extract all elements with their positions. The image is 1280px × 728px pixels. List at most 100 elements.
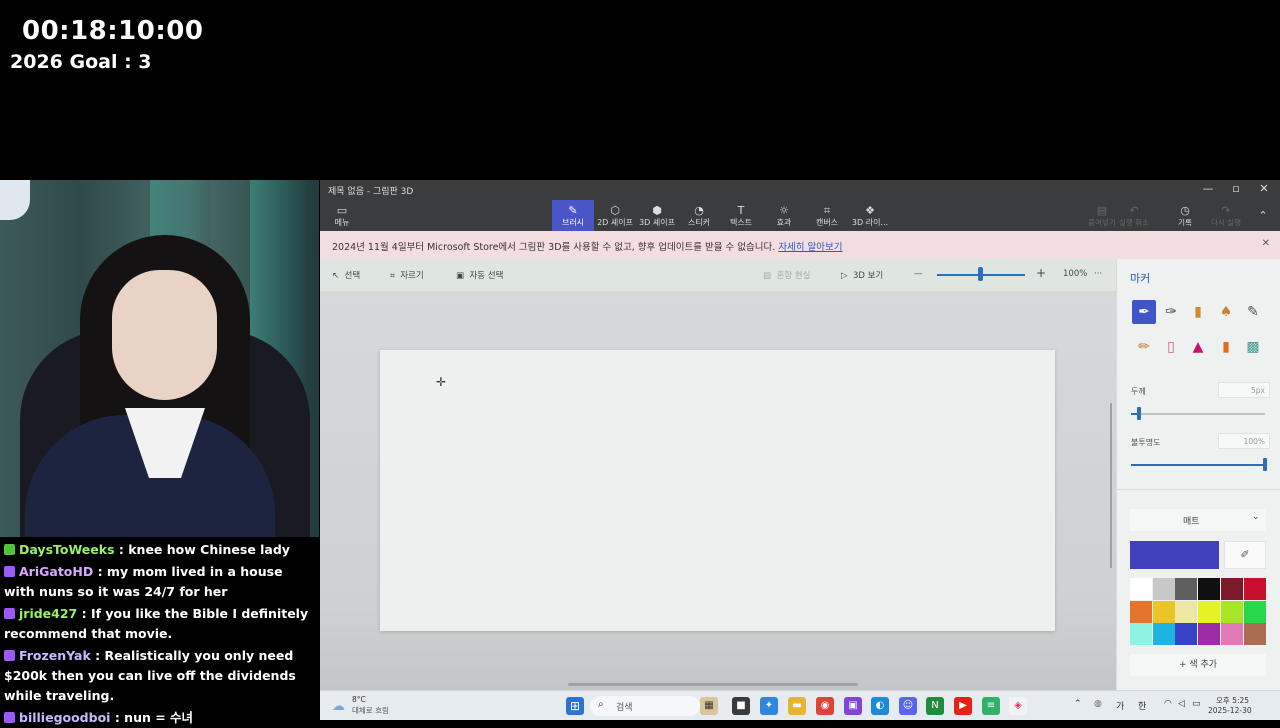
tab-text[interactable]: T 텍스트 [720, 200, 762, 231]
chevron-down-icon: ⌄ [1252, 512, 1260, 522]
palette-swatch[interactable] [1220, 578, 1243, 600]
tab-canvas[interactable]: ⌗ 캔버스 [806, 200, 848, 231]
palette-swatch[interactable] [1243, 623, 1266, 645]
redo-button[interactable]: ↷ 다시 실행 [1210, 200, 1242, 231]
chevron-up-icon[interactable]: ⌃ [1074, 699, 1082, 709]
palette-swatch[interactable] [1130, 623, 1152, 645]
canvas-toolbar: ↖ 선택 ⌗ 자르기 ▣ 자동 선택 ▧ 혼합 현실 ▷ 3D 보기 — + 1… [320, 259, 1116, 291]
select-tool[interactable]: ↖ 선택 [332, 269, 360, 281]
palette-swatch[interactable] [1130, 578, 1152, 600]
chat-message: billiegoodboi : nun = 수녀 [4, 708, 315, 728]
ime-hangul[interactable]: 한 [1138, 699, 1146, 712]
workspace[interactable]: ✛ [320, 291, 1116, 690]
history-label: 기록 [1178, 218, 1192, 227]
window-titlebar[interactable]: 제목 없음 - 그림판 3D — ▫ ✕ [320, 180, 1280, 200]
learn-more-link[interactable]: 자세히 알아보기 [778, 242, 842, 253]
tab-label: 캔버스 [815, 218, 839, 227]
add-color-button[interactable]: + 색 추가 [1130, 654, 1266, 676]
eyedropper-button[interactable]: ✐ [1224, 541, 1266, 569]
palette-swatch[interactable] [1243, 578, 1266, 600]
magic-select-tool[interactable]: ▣ 자동 선택 [456, 269, 503, 281]
selected-color-swatch[interactable] [1130, 541, 1219, 569]
maximize-button[interactable]: ▫ [1224, 182, 1248, 195]
paste-button[interactable]: ▤ 붙여넣기 [1086, 200, 1118, 231]
task-view-icon[interactable]: ■ [732, 697, 750, 715]
palette-swatch[interactable] [1175, 578, 1198, 600]
discord-icon[interactable]: ☺ [899, 697, 917, 715]
tab-stickers[interactable]: ◔ 스티커 [678, 200, 720, 231]
menu-button[interactable]: ▭ 메뉴 [322, 200, 362, 231]
2d-shapes-icon: ⬡ [610, 204, 620, 217]
undo-label: 실행 취소 [1119, 218, 1149, 227]
chat-username: billiegoodboi [19, 710, 111, 725]
drawing-canvas[interactable] [380, 350, 1055, 631]
history-button[interactable]: ◷ 기록 [1169, 200, 1201, 231]
minimize-button[interactable]: — [1196, 182, 1220, 195]
horizontal-scrollbar[interactable] [568, 683, 858, 686]
copilot-icon[interactable]: ✦ [760, 697, 778, 715]
crosshair-cursor-icon: ✛ [436, 375, 447, 389]
youtube-icon[interactable]: ▶ [954, 697, 972, 715]
volume-icon[interactable]: ◁ [1178, 699, 1185, 709]
cursor-arrow-icon: ↖ [332, 271, 340, 281]
chrome-icon[interactable]: ◉ [816, 697, 834, 715]
edge-icon[interactable]: ◐ [871, 697, 889, 715]
taskbar-search[interactable]: ⌕ 검색 [590, 696, 700, 716]
collapse-toolbar-button[interactable]: ⌃ [1248, 200, 1278, 231]
tab-3d-library[interactable]: ❖ 3D 라이... [849, 200, 891, 231]
network-tray-icon[interactable]: ◍ [1094, 699, 1102, 709]
widgets-icon[interactable]: ▦ [700, 697, 718, 715]
close-button[interactable]: ✕ [1252, 182, 1276, 195]
chat-username: jride427 [19, 606, 78, 621]
twitch-icon[interactable]: ▣ [844, 697, 862, 715]
zoom-slider-thumb[interactable] [978, 267, 983, 281]
zoom-out-button[interactable]: — [914, 269, 923, 279]
palette-swatch[interactable] [1175, 623, 1198, 645]
weather-temp[interactable]: 8°C [352, 695, 366, 704]
vertical-scrollbar[interactable] [1110, 403, 1112, 568]
naver-icon[interactable]: N [926, 697, 944, 715]
eyedropper-icon: ✐ [1240, 548, 1250, 561]
color-section: 매트 ⌄ ✐ + 색 추가 [1116, 259, 1280, 690]
magic-select-icon: ▣ [456, 271, 465, 281]
palette-swatch[interactable] [1198, 578, 1221, 600]
tab-3d-shapes[interactable]: ⬢ 3D 셰이프 [636, 200, 678, 231]
chat-badge-icon [4, 608, 15, 619]
palette-swatch[interactable] [1130, 600, 1152, 623]
wifi-icon[interactable]: ◠ [1164, 699, 1172, 709]
tab-brushes[interactable]: ✎ 브러시 [552, 200, 594, 231]
clock-time[interactable]: 오후 5:25 [1216, 695, 1249, 706]
weather-cloud-icon[interactable]: ☁ [332, 699, 345, 714]
more-options-button[interactable]: ··· [1094, 269, 1102, 279]
stream-timer: 00:18:10:00 [22, 16, 204, 46]
window-title: 제목 없음 - 그림판 3D [328, 187, 414, 197]
paint3d-taskbar-icon[interactable]: ◈ [1009, 697, 1027, 715]
palette-swatch[interactable] [1152, 578, 1175, 600]
palette-swatch[interactable] [1198, 600, 1221, 623]
tab-2d-shapes[interactable]: ⬡ 2D 셰이프 [594, 200, 636, 231]
crop-tool[interactable]: ⌗ 자르기 [390, 269, 424, 281]
palette-swatch[interactable] [1220, 623, 1243, 645]
finish-dropdown[interactable]: 매트 ⌄ [1130, 509, 1266, 531]
mixed-reality-button[interactable]: ▧ 혼합 현실 [763, 269, 810, 281]
palette-swatch[interactable] [1243, 600, 1266, 623]
effects-icon: ☼ [779, 204, 789, 217]
battery-icon[interactable]: ▭ [1192, 699, 1201, 709]
file-explorer-icon[interactable]: ▬ [788, 697, 806, 715]
zoom-in-button[interactable]: + [1036, 266, 1046, 280]
start-windows-icon[interactable]: ⊞ [566, 697, 584, 715]
palette-swatch[interactable] [1152, 600, 1175, 623]
weather-desc[interactable]: 대체로 흐림 [352, 705, 389, 716]
palette-swatch[interactable] [1198, 623, 1221, 645]
tab-label: 3D 라이... [851, 218, 889, 227]
palette-swatch[interactable] [1175, 600, 1198, 623]
palette-swatch[interactable] [1152, 623, 1175, 645]
tab-effects[interactable]: ☼ 효과 [763, 200, 805, 231]
view-3d-button[interactable]: ▷ 3D 보기 [841, 269, 883, 281]
notepad-icon[interactable]: ≡ [982, 697, 1000, 715]
clock-date[interactable]: 2025-12-30 [1208, 706, 1252, 715]
undo-button[interactable]: ↶ 실행 취소 [1118, 200, 1150, 231]
ime-language[interactable]: 가 [1116, 699, 1124, 712]
palette-swatch[interactable] [1220, 600, 1243, 623]
banner-close-button[interactable]: ✕ [1262, 238, 1270, 249]
